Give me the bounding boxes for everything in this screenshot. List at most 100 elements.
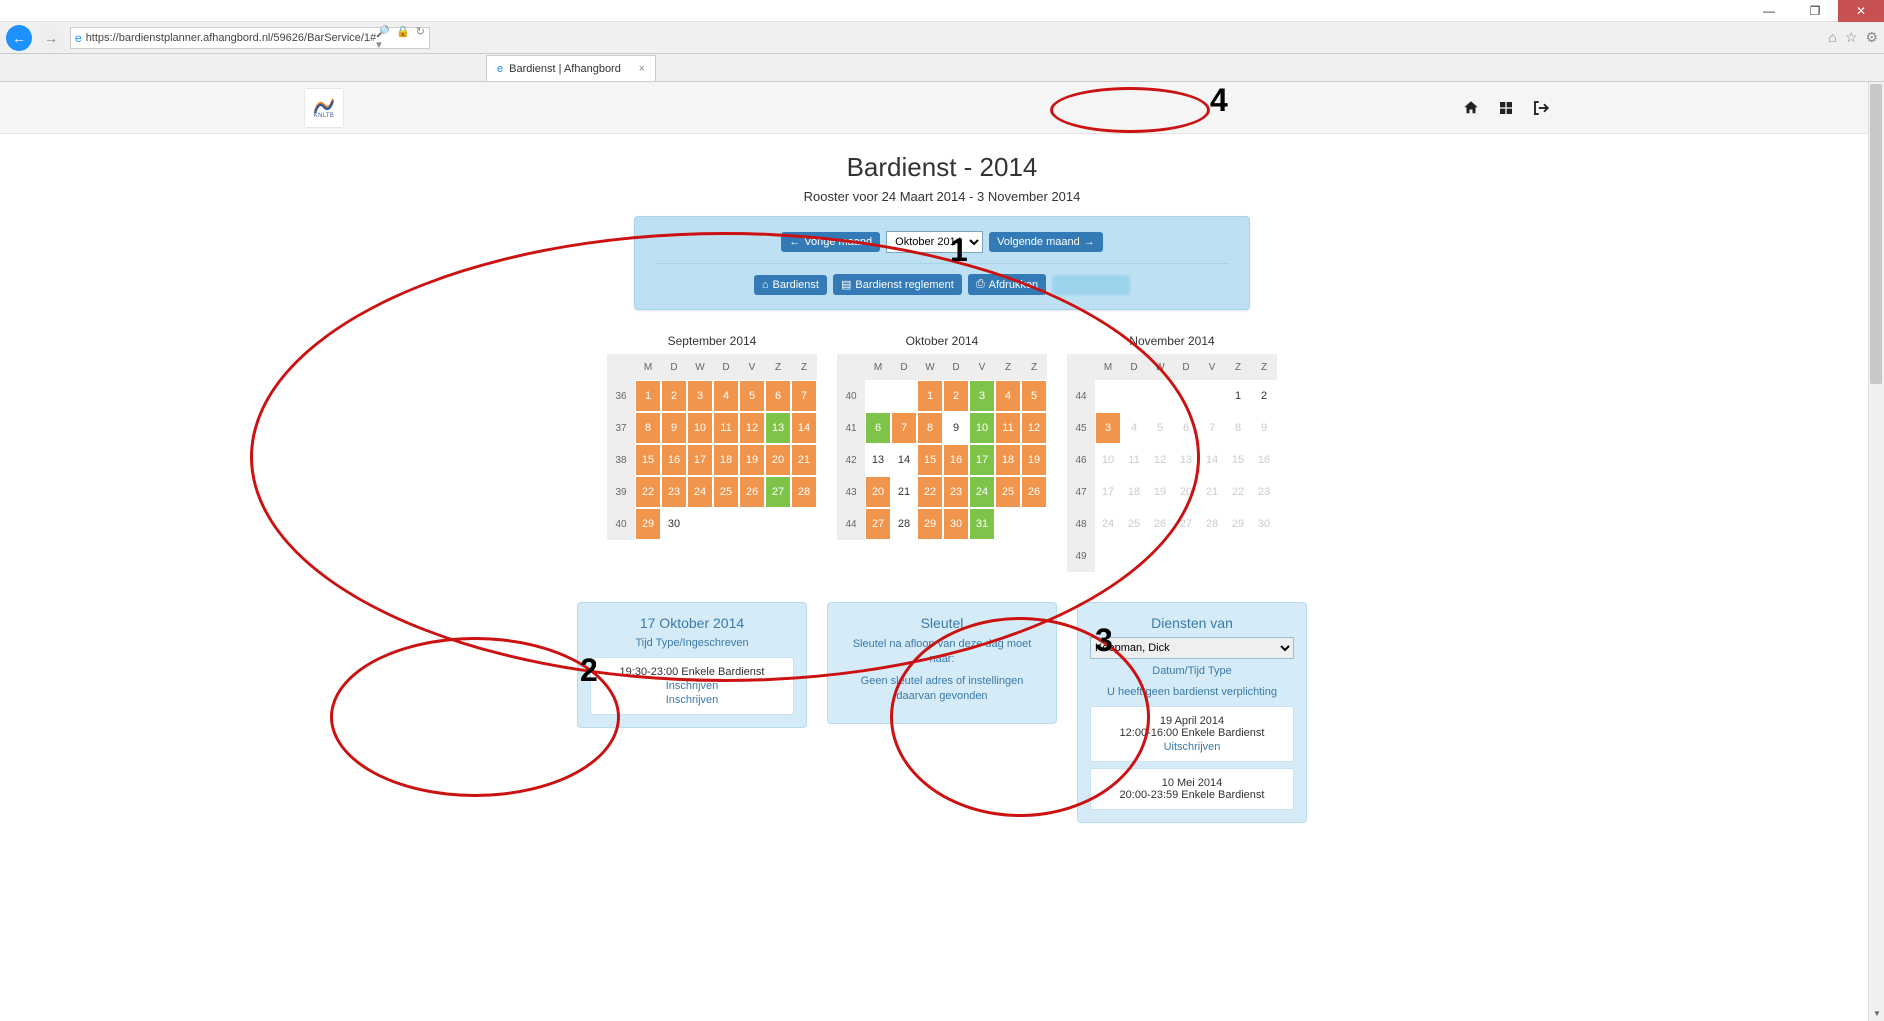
calendar-day[interactable]: 12 xyxy=(1147,444,1173,476)
calendar-day[interactable]: 8 xyxy=(635,412,661,444)
calendar-day[interactable]: 26 xyxy=(739,476,765,508)
calendar-day[interactable]: 28 xyxy=(1199,508,1225,540)
calendar-day[interactable]: 30 xyxy=(1251,508,1277,540)
calendar-day[interactable]: 19 xyxy=(1021,444,1047,476)
calendar-day[interactable]: 17 xyxy=(1095,476,1121,508)
calendar-day[interactable]: 18 xyxy=(1121,476,1147,508)
calendar-day[interactable]: 19 xyxy=(1147,476,1173,508)
grid-icon[interactable] xyxy=(1498,99,1514,117)
calendar-day[interactable]: 10 xyxy=(687,412,713,444)
calendar-day[interactable]: 7 xyxy=(1199,412,1225,444)
calendar-day[interactable]: 5 xyxy=(739,380,765,412)
calendar-day[interactable]: 27 xyxy=(865,508,891,540)
calendar-day[interactable]: 23 xyxy=(943,476,969,508)
month-select[interactable]: Oktober 2014 xyxy=(886,231,983,253)
calendar-day[interactable]: 10 xyxy=(1095,444,1121,476)
calendar-day[interactable]: 4 xyxy=(995,380,1021,412)
calendar-day[interactable]: 21 xyxy=(791,444,817,476)
calendar-day[interactable]: 14 xyxy=(891,444,917,476)
next-month-button[interactable]: Volgende maand → xyxy=(989,232,1103,252)
calendar-day[interactable]: 13 xyxy=(765,412,791,444)
refresh-icon[interactable]: ↻ xyxy=(416,25,425,51)
calendar-day[interactable]: 5 xyxy=(1147,412,1173,444)
calendar-day[interactable]: 22 xyxy=(917,476,943,508)
calendar-day[interactable]: 12 xyxy=(739,412,765,444)
calendar-day[interactable]: 22 xyxy=(635,476,661,508)
vertical-scrollbar[interactable]: ▲ ▼ xyxy=(1868,82,1884,1021)
calendar-day[interactable]: 14 xyxy=(1199,444,1225,476)
calendar-day[interactable]: 25 xyxy=(1121,508,1147,540)
calendar-day[interactable]: 9 xyxy=(943,412,969,444)
logout-icon[interactable] xyxy=(1532,99,1550,117)
calendar-day[interactable]: 2 xyxy=(1251,380,1277,412)
calendar-day[interactable]: 27 xyxy=(1173,508,1199,540)
calendar-day[interactable]: 15 xyxy=(917,444,943,476)
calendar-day[interactable]: 21 xyxy=(1199,476,1225,508)
calendar-day[interactable]: 5 xyxy=(1021,380,1047,412)
close-tab-icon[interactable]: × xyxy=(639,63,645,75)
calendar-day[interactable]: 6 xyxy=(1173,412,1199,444)
calendar-day[interactable]: 16 xyxy=(1251,444,1277,476)
calendar-day[interactable]: 27 xyxy=(765,476,791,508)
calendar-day[interactable]: 23 xyxy=(661,476,687,508)
calendar-day[interactable]: 28 xyxy=(791,476,817,508)
print-button[interactable]: ⎙ Afdrukken xyxy=(968,274,1046,295)
calendar-day[interactable]: 2 xyxy=(661,380,687,412)
calendar-day[interactable]: 28 xyxy=(891,508,917,540)
calendar-day[interactable]: 4 xyxy=(713,380,739,412)
calendar-day[interactable]: 10 xyxy=(969,412,995,444)
inschrijven-link-2[interactable]: Inschrijven xyxy=(599,694,785,706)
calendar-day[interactable]: 7 xyxy=(791,380,817,412)
calendar-day[interactable]: 20 xyxy=(765,444,791,476)
calendar-day[interactable]: 24 xyxy=(687,476,713,508)
search-dropdown-icon[interactable]: 🔎▾ xyxy=(376,25,390,51)
calendar-day[interactable]: 1 xyxy=(1225,380,1251,412)
calendar-day[interactable]: 3 xyxy=(687,380,713,412)
calendar-day[interactable]: 3 xyxy=(1095,412,1121,444)
scroll-down-arrow[interactable]: ▼ xyxy=(1869,1005,1884,1021)
calendar-day[interactable]: 1 xyxy=(635,380,661,412)
window-minimize-button[interactable]: — xyxy=(1746,0,1792,22)
calendar-day[interactable]: 22 xyxy=(1225,476,1251,508)
calendar-day[interactable]: 7 xyxy=(891,412,917,444)
calendar-day[interactable]: 19 xyxy=(739,444,765,476)
url-input[interactable]: e https://bardienstplanner.afhangbord.nl… xyxy=(70,27,430,49)
calendar-day[interactable]: 12 xyxy=(1021,412,1047,444)
calendar-day[interactable]: 8 xyxy=(1225,412,1251,444)
calendar-day[interactable]: 15 xyxy=(635,444,661,476)
calendar-day[interactable]: 21 xyxy=(891,476,917,508)
forward-button[interactable]: → xyxy=(38,25,64,51)
calendar-day[interactable]: 29 xyxy=(917,508,943,540)
calendar-day[interactable]: 20 xyxy=(1173,476,1199,508)
calendar-day[interactable]: 15 xyxy=(1225,444,1251,476)
inschrijven-link-1[interactable]: Inschrijven xyxy=(599,680,785,692)
calendar-day[interactable]: 30 xyxy=(661,508,687,540)
calendar-day[interactable]: 25 xyxy=(713,476,739,508)
window-maximize-button[interactable]: ❐ xyxy=(1792,0,1838,22)
calendar-day[interactable]: 6 xyxy=(865,412,891,444)
calendar-day[interactable]: 16 xyxy=(943,444,969,476)
prev-month-button[interactable]: ← Vorige maand xyxy=(781,232,880,252)
calendar-day[interactable]: 2 xyxy=(943,380,969,412)
home-browser-icon[interactable]: ⌂ xyxy=(1828,29,1836,46)
calendar-day[interactable]: 1 xyxy=(917,380,943,412)
calendar-day[interactable]: 26 xyxy=(1021,476,1047,508)
calendar-day[interactable]: 8 xyxy=(917,412,943,444)
calendar-day[interactable]: 13 xyxy=(1173,444,1199,476)
calendar-day[interactable]: 14 xyxy=(791,412,817,444)
calendar-day[interactable]: 11 xyxy=(1121,444,1147,476)
calendar-day[interactable]: 26 xyxy=(1147,508,1173,540)
calendar-day[interactable]: 9 xyxy=(1251,412,1277,444)
calendar-day[interactable]: 29 xyxy=(635,508,661,540)
calendar-day[interactable]: 18 xyxy=(995,444,1021,476)
calendar-day[interactable]: 31 xyxy=(969,508,995,540)
reglement-button[interactable]: ▤ Bardienst reglement xyxy=(833,274,962,295)
calendar-day[interactable]: 17 xyxy=(687,444,713,476)
calendar-day[interactable]: 11 xyxy=(713,412,739,444)
back-button[interactable]: ← xyxy=(6,25,32,51)
settings-gear-icon[interactable]: ⚙ xyxy=(1865,29,1878,46)
favorites-icon[interactable]: ☆ xyxy=(1845,29,1858,46)
calendar-day[interactable]: 24 xyxy=(1095,508,1121,540)
calendar-day[interactable]: 16 xyxy=(661,444,687,476)
knltb-logo[interactable]: KNLTB xyxy=(304,88,344,128)
